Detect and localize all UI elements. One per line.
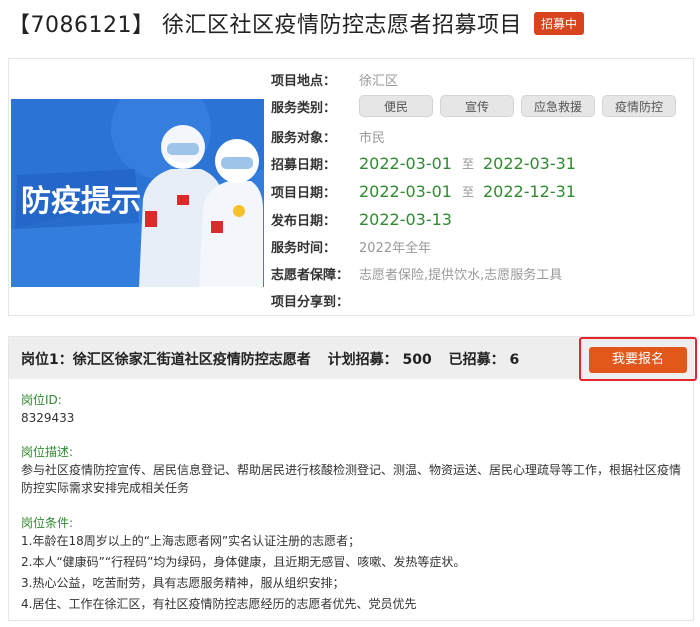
project-title: 【7086121】 徐汇区社区疫情防控志愿者招募项目 [8, 13, 522, 38]
publish-date: 2022-03-13 [359, 209, 452, 229]
info-label: 服务对象： [271, 130, 337, 146]
info-row-share: 项目分享到： [271, 288, 359, 312]
target-value: 市民 [359, 130, 386, 146]
tag-publicity[interactable]: 宣传 [440, 95, 514, 117]
info-row-recruit-date: 招募日期： 2022-03-01 至 2022-03-31 [271, 151, 576, 175]
info-label: 招募日期： [271, 157, 337, 173]
recruited-label: 已招募： [448, 352, 505, 368]
tag-emergency-rescue[interactable]: 应急救援 [521, 95, 595, 117]
date-separator: 至 [461, 184, 474, 199]
info-row-location: 项目地点： 徐汇区 [271, 67, 398, 91]
position-desc-text: 参与社区疫情防控宣传、居民信息登记、帮助居民进行核酸检测登记、测温、物资运送、居… [21, 463, 682, 495]
info-label: 志愿者保障： [271, 267, 350, 283]
service-time-value: 2022年全年 [359, 240, 432, 256]
status-badge: 招募中 [533, 11, 584, 35]
poster-image: 防疫提示 [11, 99, 264, 287]
info-row-guarantee: 志愿者保障： 志愿者保险,提供饮水,志愿服务工具 [271, 261, 562, 285]
position-summary: 岗位1：徐汇区徐家汇街道社区疫情防控志愿者 计划招募： 500 已招募： 6 [21, 349, 519, 369]
info-label: 项目分享到： [271, 294, 350, 310]
position-id-value: 8329433 [21, 411, 75, 425]
info-row-project-date: 项目日期： 2022-03-01 至 2022-12-31 [271, 179, 576, 203]
recruit-start-date: 2022-03-01 [359, 153, 452, 173]
info-row-publish-date: 发布日期： 2022-03-13 [271, 207, 452, 231]
plan-value: 500 [402, 352, 432, 368]
project-end-date: 2022-12-31 [483, 181, 576, 201]
apply-button[interactable]: 我要报名 [589, 347, 687, 373]
poster-headline: 防疫提示 [21, 184, 141, 219]
info-label: 服务类别： [271, 100, 337, 116]
plan-label: 计划招募： [327, 352, 398, 368]
position-cond-heading: 岗位条件: [21, 516, 74, 530]
position-id-heading: 岗位ID: [21, 393, 62, 407]
project-poster: 防疫提示 [11, 99, 264, 287]
info-row-service-time: 服务时间： 2022年全年 [271, 234, 431, 258]
recruited-value: 6 [509, 352, 520, 368]
project-start-date: 2022-03-01 [359, 181, 452, 201]
position-title: 岗位1：徐汇区徐家汇街道社区疫情防控志愿者 [21, 352, 311, 368]
project-info-panel: 防疫提示 项目地点： 徐汇区 服务类别： 便民 宣传 应急救援 疫情防控 服务对… [8, 58, 694, 316]
position-panel: 岗位1：徐汇区徐家汇街道社区疫情防控志愿者 计划招募： 500 已招募： 6 我… [8, 336, 697, 621]
date-separator: 至 [461, 156, 474, 171]
info-label: 项目日期： [271, 185, 337, 201]
recruit-end-date: 2022-03-31 [483, 153, 576, 173]
tag-convenience[interactable]: 便民 [359, 95, 433, 117]
location-value: 徐汇区 [359, 73, 399, 89]
info-row-service-type: 服务类别： 便民 宣传 应急救援 疫情防控 [271, 94, 683, 118]
condition-item: 2.本人“健康码”“行程码”均为绿码，身体健康，且近期无感冒、咳嗽、发热等症状。 [21, 555, 466, 569]
page-header: 【7086121】 徐汇区社区疫情防控志愿者招募项目 招募中 [8, 6, 584, 40]
info-row-target: 服务对象： 市民 [271, 124, 385, 148]
position-desc-heading: 岗位描述: [21, 445, 74, 459]
info-label: 发布日期： [271, 213, 337, 229]
condition-item: 4.居住、工作在徐汇区，有社区疫情防控志愿经历的志愿者优先、党员优先 [21, 597, 417, 611]
info-label: 服务时间： [271, 240, 337, 256]
info-label: 项目地点： [271, 73, 337, 89]
apply-button-highlight: 我要报名 [579, 337, 697, 381]
condition-item: 1.年龄在18周岁以上的“上海志愿者网”实名认证注册的志愿者； [21, 534, 361, 548]
condition-item: 3.热心公益，吃苦耐劳，具有志愿服务精神，服从组织安排； [21, 576, 345, 590]
tag-epidemic-prevention[interactable]: 疫情防控 [602, 95, 676, 117]
guarantee-value: 志愿者保险,提供饮水,志愿服务工具 [359, 267, 563, 283]
